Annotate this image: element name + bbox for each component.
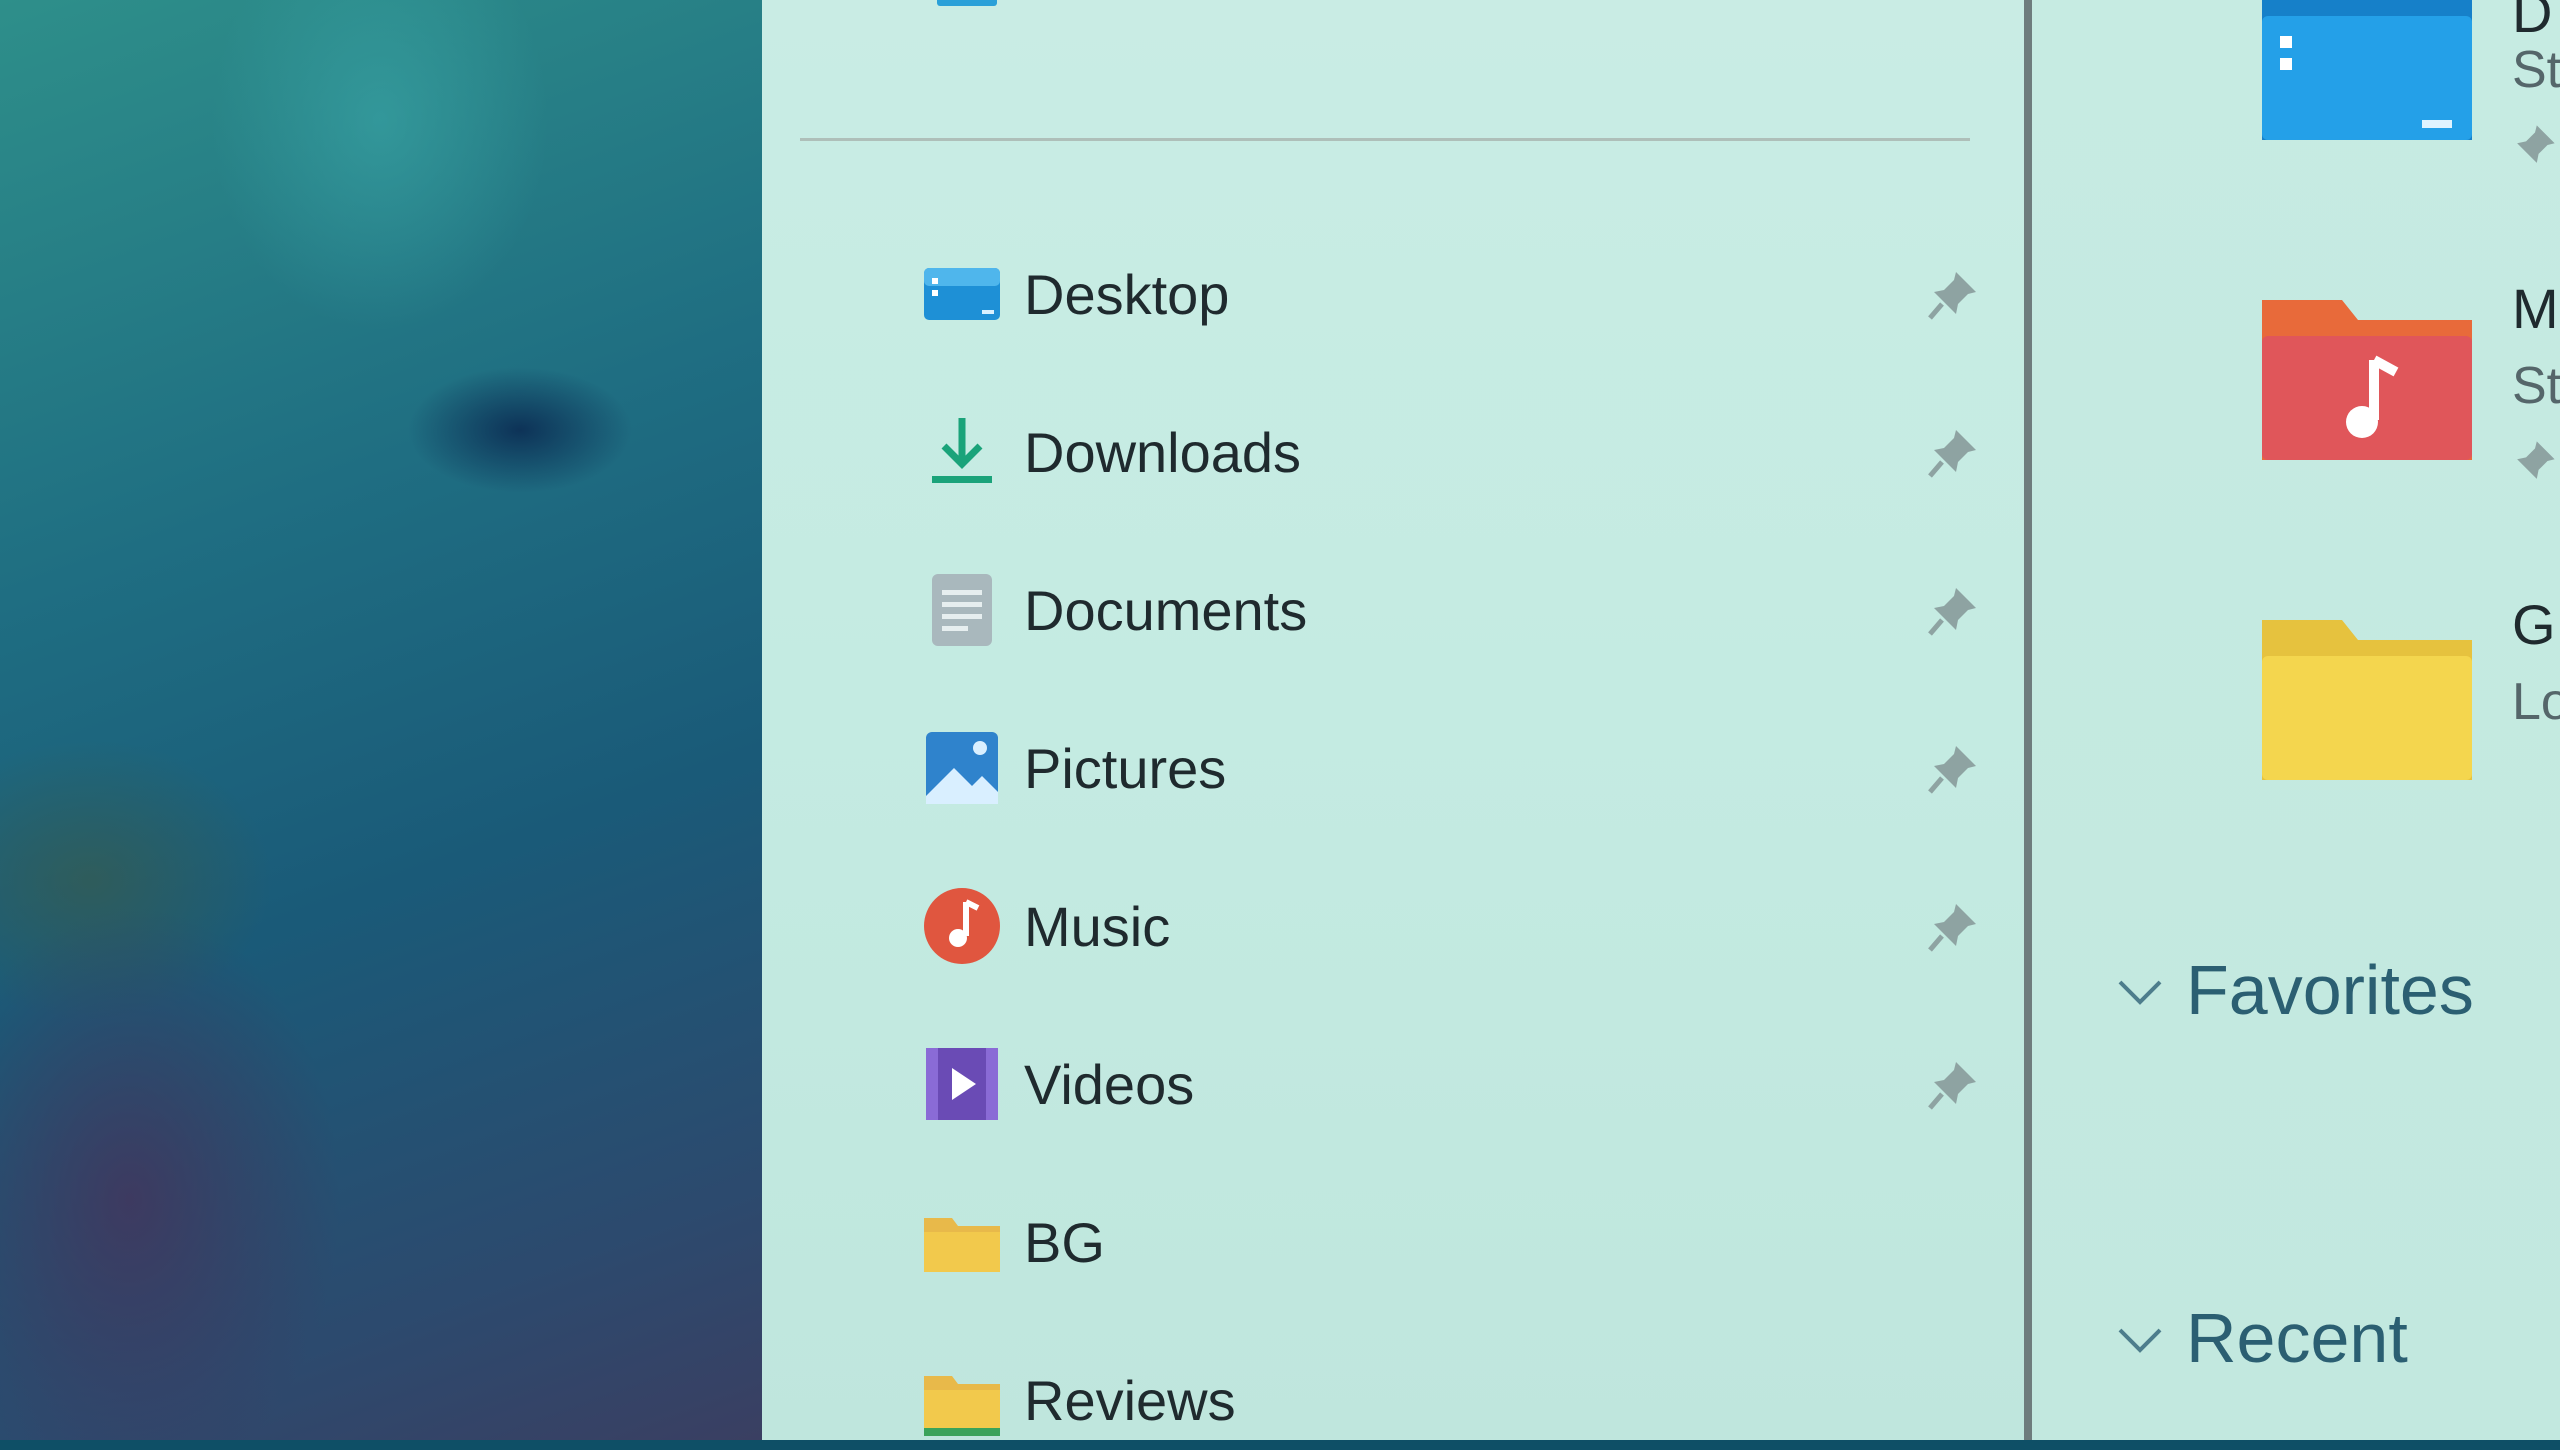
chevron-down-icon: [2118, 1328, 2162, 1353]
pin-icon[interactable]: [1926, 898, 1982, 954]
favorites-label: Favorites: [2186, 951, 2474, 1029]
recent-section-header[interactable]: Recent: [2112, 1298, 2408, 1378]
tile-subtitle: St: [2512, 41, 2560, 99]
pin-icon: [2517, 441, 2555, 479]
tile-title: G: [2512, 593, 2556, 656]
tile-title: M: [2512, 277, 2559, 340]
sidebar-item-label: Music: [1024, 894, 1171, 958]
documents-icon: [922, 570, 1002, 650]
sidebar-item-reviews[interactable]: Reviews: [922, 1350, 1982, 1450]
navigation-pane: Desktop Downloads Documents Pictures Mus…: [762, 0, 2024, 1440]
folder-icon: [2262, 620, 2472, 780]
sidebar-item-label: Downloads: [1024, 420, 1302, 484]
videos-icon: [922, 1044, 1002, 1124]
folder-icon: [922, 1360, 1002, 1440]
pin-icon[interactable]: [1926, 740, 1982, 796]
sidebar-item-label: Reviews: [1024, 1368, 1236, 1432]
home-icon[interactable]: [937, 0, 997, 6]
quick-access-tile-desktop[interactable]: [2262, 0, 2472, 140]
pin-icon[interactable]: [1926, 266, 1982, 322]
sidebar-item-downloads[interactable]: Downloads: [922, 402, 1982, 502]
sidebar-item-music[interactable]: Music: [922, 876, 1982, 976]
pictures-icon: [922, 728, 1002, 808]
pin-icon[interactable]: [1926, 1056, 1982, 1112]
sidebar-item-label: Documents: [1024, 578, 1308, 642]
quick-access-tile-g[interactable]: [2262, 610, 2472, 790]
sidebar-item-label: BG: [1024, 1210, 1105, 1274]
sidebar-item-videos[interactable]: Videos: [922, 1034, 1982, 1134]
favorites-section-header[interactable]: Favorites: [2112, 950, 2474, 1030]
pin-icon[interactable]: [1926, 424, 1982, 480]
desktop-icon: [922, 254, 1002, 334]
chevron-down-icon: [2118, 980, 2162, 1005]
nav-divider: [800, 138, 1970, 141]
quick-access-tile-music[interactable]: [2262, 290, 2472, 470]
tile-subtitle: St: [2512, 357, 2560, 415]
content-pane: D St M St G Lo Favorites Recent: [2032, 0, 2560, 1440]
sidebar-item-bg[interactable]: BG: [922, 1192, 1982, 1292]
sidebar-item-label: Desktop: [1024, 262, 1230, 326]
folder-icon: [922, 1202, 1002, 1282]
tile-title: D: [2512, 0, 2553, 44]
sidebar-item-documents[interactable]: Documents: [922, 560, 1982, 660]
pin-icon[interactable]: [1926, 582, 1982, 638]
sidebar-item-label: Videos: [1024, 1052, 1195, 1116]
desktop-folder-icon: [2262, 0, 2472, 140]
music-icon: [922, 886, 1002, 966]
pane-splitter[interactable]: [2024, 0, 2032, 1440]
desktop-wallpaper: [0, 0, 762, 1440]
downloads-icon: [922, 412, 1002, 492]
tile-subtitle: Lo: [2512, 673, 2560, 731]
sidebar-item-desktop[interactable]: Desktop: [922, 244, 1982, 344]
pin-icon: [2517, 125, 2555, 163]
music-folder-icon: [2262, 300, 2472, 460]
recent-label: Recent: [2186, 1299, 2408, 1377]
sidebar-item-pictures[interactable]: Pictures: [922, 718, 1982, 818]
sidebar-item-label: Pictures: [1024, 736, 1227, 800]
